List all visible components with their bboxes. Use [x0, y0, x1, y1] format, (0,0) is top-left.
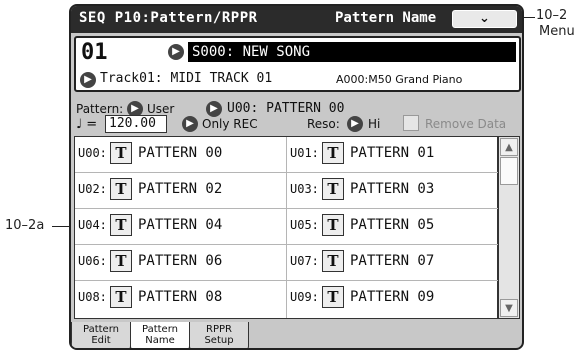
page-menu-name: Pattern Name — [335, 10, 437, 26]
tab-pattern-edit[interactable]: Pattern Edit — [71, 322, 131, 348]
list-item[interactable]: U07: T PATTERN 07 — [287, 245, 498, 281]
track-select[interactable]: Track01: MIDI TRACK 01 — [100, 71, 272, 86]
annotation-menu-label: Menu — [539, 24, 575, 39]
tab-label-line1: RPPR — [206, 324, 232, 335]
title-bar: SEQ P10:Pattern/RPPR Pattern Name ⌄ — [71, 6, 522, 33]
scroll-down-icon[interactable]: ▼ — [500, 299, 518, 317]
chevron-down-icon: ⌄ — [479, 11, 490, 26]
tab-label-line1: Pattern — [83, 324, 119, 335]
list-item[interactable]: U05: T PATTERN 05 — [287, 209, 498, 245]
pattern-name: PATTERN 08 — [138, 289, 223, 305]
song-name[interactable]: S000: NEW SONG — [188, 42, 516, 62]
reso-label: Reso: — [307, 117, 340, 131]
pattern-name: PATTERN 00 — [138, 145, 223, 161]
song-number: 01 — [81, 40, 108, 65]
page-menu-button[interactable]: ⌄ — [452, 10, 517, 28]
rename-text-button[interactable]: T — [110, 286, 132, 308]
reso-arrow-icon[interactable]: ▶ — [347, 116, 363, 132]
pattern-id: U00: — [78, 146, 107, 160]
pattern-id: U07: — [290, 254, 319, 268]
rename-text-button[interactable]: T — [110, 178, 132, 200]
rename-text-button[interactable]: T — [110, 250, 132, 272]
tab-label-line2: Name — [145, 335, 175, 346]
tempo-symbol: ♩ = — [76, 117, 98, 132]
pattern-select-arrow-icon[interactable]: ▶ — [206, 101, 222, 117]
rename-text-button[interactable]: T — [322, 286, 344, 308]
pattern-id: U03: — [290, 182, 319, 196]
list-item[interactable]: U06: T PATTERN 06 — [75, 245, 286, 281]
pattern-name: PATTERN 07 — [350, 253, 435, 269]
tempo-field[interactable]: 120.00 — [105, 115, 167, 133]
pattern-label: Pattern: — [76, 102, 124, 116]
pattern-id: U01: — [290, 146, 319, 160]
tempo-mode-arrow-icon[interactable]: ▶ — [182, 116, 198, 132]
annotation-list-ref: 10–2a — [5, 218, 45, 233]
tab-label-line2: Edit — [91, 335, 111, 346]
pattern-name: PATTERN 01 — [350, 145, 435, 161]
rename-text-button[interactable]: T — [110, 214, 132, 236]
scroll-thumb[interactable] — [500, 157, 518, 185]
list-item[interactable]: U01: T PATTERN 01 — [287, 137, 498, 173]
rename-text-button[interactable]: T — [322, 142, 344, 164]
tab-label-line2: Setup — [204, 335, 234, 346]
track-select-arrow-icon[interactable]: ▶ — [80, 72, 96, 88]
pattern-id: U02: — [78, 182, 107, 196]
pattern-bank[interactable]: User — [147, 102, 174, 116]
scroll-up-icon[interactable]: ▲ — [500, 138, 518, 156]
pattern-name: PATTERN 04 — [138, 217, 223, 233]
song-box: 01 ▶ S000: NEW SONG ▶ Track01: MIDI TRAC… — [74, 36, 521, 92]
list-item[interactable]: U09: T PATTERN 09 — [287, 281, 498, 317]
list-item[interactable]: U08: T PATTERN 08 — [75, 281, 286, 317]
tab-label-line1: Pattern — [142, 324, 178, 335]
list-item[interactable]: U03: T PATTERN 03 — [287, 173, 498, 209]
pattern-name: PATTERN 03 — [350, 181, 435, 197]
song-select-arrow-icon[interactable]: ▶ — [168, 44, 184, 60]
list-item[interactable]: U00: T PATTERN 00 — [75, 137, 286, 173]
rename-text-button[interactable]: T — [322, 178, 344, 200]
pattern-id: U05: — [290, 218, 319, 232]
pattern-id: U04: — [78, 218, 107, 232]
tab-rppr-setup[interactable]: RPPR Setup — [189, 322, 249, 348]
tab-pattern-name[interactable]: Pattern Name — [130, 322, 190, 348]
track-program: A000:M50 Grand Piano — [336, 73, 463, 86]
tempo-mode[interactable]: Only REC — [202, 117, 258, 131]
pattern-id: U09: — [290, 290, 319, 304]
pattern-name: PATTERN 02 — [138, 181, 223, 197]
pattern-id: U08: — [78, 290, 107, 304]
pattern-select[interactable]: U00: PATTERN 00 — [227, 101, 344, 116]
reso-value[interactable]: Hi — [368, 117, 380, 131]
annotation-menu-ref: 10–2 — [536, 8, 568, 23]
pattern-id: U06: — [78, 254, 107, 268]
rename-text-button[interactable]: T — [322, 214, 344, 236]
rename-text-button[interactable]: T — [322, 250, 344, 272]
list-scrollbar[interactable]: ▲ ▼ — [498, 136, 520, 319]
pattern-name: PATTERN 05 — [350, 217, 435, 233]
pattern-name: PATTERN 09 — [350, 289, 435, 305]
remove-data-label: Remove Data — [425, 117, 507, 131]
page-title: SEQ P10:Pattern/RPPR — [79, 10, 258, 26]
list-item[interactable]: U02: T PATTERN 02 — [75, 173, 286, 209]
list-item[interactable]: U04: T PATTERN 04 — [75, 209, 286, 245]
rename-text-button[interactable]: T — [110, 142, 132, 164]
screen: SEQ P10:Pattern/RPPR Pattern Name ⌄ 01 ▶… — [69, 4, 524, 350]
pattern-name: PATTERN 06 — [138, 253, 223, 269]
tab-bar: Pattern Edit Pattern Name RPPR Setup — [71, 322, 522, 348]
remove-data-checkbox[interactable] — [403, 115, 419, 131]
pattern-list: U00: T PATTERN 00 U01: T PATTERN 01 U02: T PAT… — [74, 136, 498, 319]
